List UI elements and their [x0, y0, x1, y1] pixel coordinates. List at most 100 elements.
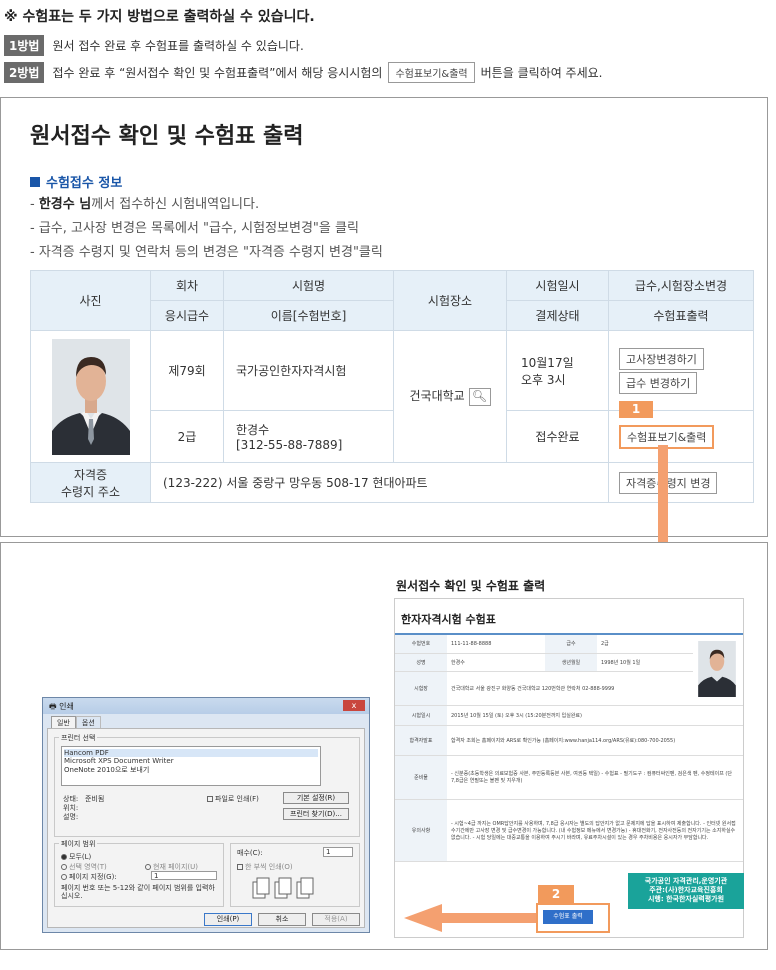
radio-icon[interactable] — [145, 864, 151, 870]
printer-item[interactable]: Hancom PDF — [64, 749, 318, 757]
radio-all[interactable]: 모두(L) — [61, 852, 91, 862]
grade-cell: 2급 — [150, 410, 224, 463]
address-label-2: 수령지 주소 — [60, 484, 120, 499]
ticket-table: 수험번호 111-11-88-8888 급수 2급 성명 한경수 생년월일 1998년 10… — [395, 635, 743, 862]
person-photo-icon — [51, 338, 130, 455]
step-marker-1: 1 — [619, 401, 653, 418]
print-to-file-label: 파일로 인쇄(F) — [215, 795, 259, 803]
print-button[interactable]: 인쇄(P) — [204, 913, 252, 926]
desc-line-1: - 한경수 님께서 접수하신 시험내역입니다. — [30, 193, 259, 212]
change-address-button[interactable]: 자격증수령지 변경 — [619, 471, 718, 494]
ticket-label: 시험장 — [395, 671, 447, 706]
notice-title: ※ 수험표는 두 가지 방법으로 출력하실 수 있습니다. — [4, 9, 315, 25]
ticket-value: 건국대학교 서울 광진구 화양동 건국대학교 120번학관 연락처 02-888… — [447, 671, 693, 706]
header-exam: 시험명 — [223, 270, 394, 301]
address-value: (123-222) 서울 중랑구 망우동 508-17 현대아파트 — [150, 462, 609, 503]
preferences-button[interactable]: 기본 설정(R) — [283, 792, 349, 804]
checkbox-icon[interactable] — [207, 796, 213, 802]
address-button-cell: 자격증수령지 변경 — [608, 462, 754, 503]
ticket-label: 생년월일 — [544, 653, 597, 672]
status-value: 준비됨 — [84, 795, 105, 803]
radio-icon[interactable] — [61, 864, 67, 870]
find-printer-button[interactable]: 프린터 찾기(D)... — [283, 808, 349, 820]
printer-item[interactable]: OneNote 2010으로 보내기 — [64, 765, 318, 775]
checkbox-icon[interactable] — [237, 864, 243, 870]
address-label-cell: 자격증 수령지 주소 — [30, 462, 151, 503]
exam-info-table: 사진 회차 시험명 시험장소 시험일시 급수,시험장소변경 응시급수 이름[수험… — [30, 270, 754, 503]
collate-pages-icon — [252, 877, 314, 899]
header-place: 시험장소 — [393, 270, 507, 331]
header-grade: 응시급수 — [150, 300, 224, 331]
printer-list[interactable]: Hancom PDF Microsoft XPS Document Writer… — [61, 746, 321, 786]
pay-status: 접수완료 — [506, 410, 609, 463]
pages-input[interactable]: 1 — [151, 871, 217, 880]
ticket-view-print-button-inline[interactable]: 수험표보기&출력 — [388, 62, 475, 83]
radio-selection[interactable]: 선택 영역(T) — [61, 862, 107, 872]
step-marker-2: 2 — [538, 885, 574, 903]
section-heading-text: 수험접수 정보 — [46, 176, 123, 191]
ticket-print-button[interactable]: 수험표 출력 — [543, 910, 593, 924]
copies-label: 매수(C): — [237, 849, 263, 857]
print-to-file[interactable]: 파일로 인쇄(F) — [207, 794, 259, 804]
header-round: 회차 — [150, 270, 224, 301]
name-cell: 한경수 [312-55-88-7889] — [223, 410, 394, 463]
organizer-box: 국가공인 자격관리,운영기관 주관:(사)한자교육진흥회 시행: 한국한자실력평… — [628, 873, 744, 909]
header-change: 급수,시험장소변경 — [608, 270, 754, 301]
collate-option[interactable]: 한 부씩 인쇄(O) — [237, 862, 293, 872]
status-label: 상태: — [63, 795, 79, 803]
desc-line-1-rest: 께서 접수하신 시험내역입니다. — [91, 197, 260, 212]
dialog-title: 인쇄 — [59, 702, 74, 711]
print-cell: 수험표보기&출력 — [608, 410, 754, 463]
date-line-2: 오후 3시 — [521, 372, 566, 387]
ticket-value: 111-11-88-8888 — [447, 635, 545, 654]
apply-button[interactable]: 적용(A) — [312, 913, 360, 926]
ticket-value: 한경수 — [447, 653, 545, 672]
ticket-value: 2급 — [596, 635, 693, 654]
desc-line-3: - 자격증 수령지 및 연락처 등의 변경은 "자격증 수령지 변경"클릭 — [30, 245, 383, 260]
print-dialog: 🖶︎ 인쇄 x 일반 옵션 프린터 선택 Hancom PDF Microsof… — [42, 697, 370, 933]
exam-number: [312-55-88-7889] — [236, 438, 343, 452]
close-icon[interactable]: x — [343, 700, 365, 711]
example-title: 원서접수 확인 및 수험표 출력 — [396, 579, 546, 593]
printer-group: 프린터 선택 Hancom PDF Microsoft XPS Document… — [54, 733, 360, 837]
square-bullet-icon — [30, 177, 40, 187]
ticket-label: 합격자발표 — [395, 725, 447, 756]
change-grade-button[interactable]: 급수 변경하기 — [619, 371, 698, 394]
radio-icon[interactable] — [61, 874, 67, 880]
desc-prefix: - — [30, 197, 39, 212]
date-line-1: 10월17일 — [521, 355, 574, 370]
copies-group: 매수(C): 1 한 부씩 인쇄(O) — [230, 843, 360, 907]
search-icon[interactable]: 🔍︎ — [468, 387, 491, 406]
ticket-label: 수험번호 — [395, 635, 447, 654]
ticket-value: - 신분증(초등학생은 의료보험증 사본, 주민등록등본 사본, 여권등 택일)… — [447, 755, 743, 800]
place-name: 건국대학교 — [409, 389, 465, 404]
method2-badge: 2방법 — [4, 62, 45, 83]
page-range-label: 페이지 범위 — [59, 839, 98, 849]
range-hint: 페이지 번호 또는 5-12와 같이 페이지 범위를 입력하십시오. — [61, 884, 215, 900]
page-title: 원서접수 확인 및 수험표 출력 — [30, 124, 304, 149]
radio-all-label: 모두(L) — [69, 853, 92, 861]
photo-cell — [30, 330, 151, 463]
section-heading: 수험접수 정보 — [30, 172, 122, 191]
place-cell: 건국대학교 🔍︎ — [393, 330, 507, 463]
ticket-heading: 한자자격시험 수험표 — [395, 599, 743, 635]
radio-pages-label: 페이지 지정(G): — [69, 873, 117, 881]
header-pay: 결제상태 — [506, 300, 609, 331]
round-cell: 제79회 — [150, 330, 224, 411]
collate-label: 한 부씩 인쇄(O) — [245, 863, 293, 871]
organizer-line-1: 국가공인 자격관리,운영기관 — [644, 877, 728, 885]
cancel-button[interactable]: 취소 — [258, 913, 306, 926]
arrow-left-icon — [404, 904, 442, 932]
radio-selection-label: 선택 영역(T) — [69, 863, 107, 871]
ticket-label: 성명 — [395, 653, 447, 672]
organizer-line-3: 시행: 한국한자실력평가원 — [647, 895, 725, 903]
method1-text: 원서 접수 완료 후 수험표를 출력하실 수 있습니다. — [52, 39, 304, 53]
copies-input[interactable]: 1 — [323, 847, 353, 857]
header-photo: 사진 — [30, 270, 151, 331]
radio-pages[interactable]: 페이지 지정(G): — [61, 872, 117, 882]
radio-icon[interactable] — [61, 854, 67, 860]
printer-select-label: 프린터 선택 — [59, 733, 98, 743]
change-place-button[interactable]: 고사장변경하기 — [619, 347, 704, 370]
printer-item[interactable]: Microsoft XPS Document Writer — [64, 757, 318, 765]
ticket-label: 준비물 — [395, 755, 447, 800]
